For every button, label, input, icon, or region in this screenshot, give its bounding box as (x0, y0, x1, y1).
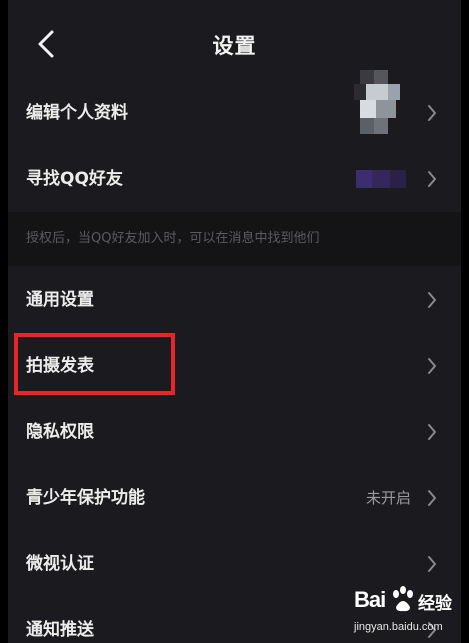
baidu-jingyan-watermark: Bai 经验 jingyan.baidu.com (350, 585, 462, 641)
chevron-right-icon (428, 358, 436, 374)
find-qq-friends-label: 寻找QQ好友 (26, 169, 123, 189)
right-edge (461, 0, 469, 643)
paw-icon (393, 586, 413, 612)
chevron-right-icon (428, 424, 436, 440)
watermark-url: jingyan.baidu.com (354, 621, 443, 633)
qq-auth-notice-text: 授权后，当QQ好友加入时，可以在消息中找到他们 (26, 231, 320, 246)
certification-label: 微视认证 (26, 554, 94, 574)
watermark-jingyan-text: 经验 (418, 594, 452, 614)
privacy-item[interactable]: 隐私权限 (8, 399, 461, 465)
left-edge (0, 0, 8, 643)
teen-mode-label: 青少年保护功能 (26, 488, 145, 508)
chevron-right-icon (428, 490, 436, 506)
general-settings-label: 通用设置 (26, 290, 94, 310)
settings-screen: ▔▔ 设置 编辑个人资料 寻找QQ好友 授权后，当QQ好友加入时，可以在消息中找… (0, 0, 469, 643)
teen-mode-status: 未开启 (365, 489, 411, 507)
qq-auth-notice: 授权后，当QQ好友加入时，可以在消息中找到他们 (8, 212, 461, 266)
teen-mode-item[interactable]: 青少年保护功能 未开启 (8, 465, 461, 531)
status-bar: ▔▔ (8, 0, 461, 10)
chevron-right-icon (428, 292, 436, 308)
watermark-bai-text: Bai (354, 587, 386, 612)
qq-account-preview (356, 170, 406, 188)
chevron-right-icon (428, 105, 436, 121)
chevron-right-icon (428, 171, 436, 187)
general-settings-item[interactable]: 通用设置 (8, 267, 461, 333)
status-icon: ▔▔ (28, 0, 45, 9)
privacy-label: 隐私权限 (26, 422, 94, 442)
edit-profile-label: 编辑个人资料 (26, 103, 128, 123)
avatar (354, 70, 402, 134)
page-title: 设置 (212, 34, 257, 58)
notifications-label: 通知推送 (26, 620, 94, 640)
chevron-right-icon (428, 556, 436, 572)
highlight-box (14, 333, 175, 395)
